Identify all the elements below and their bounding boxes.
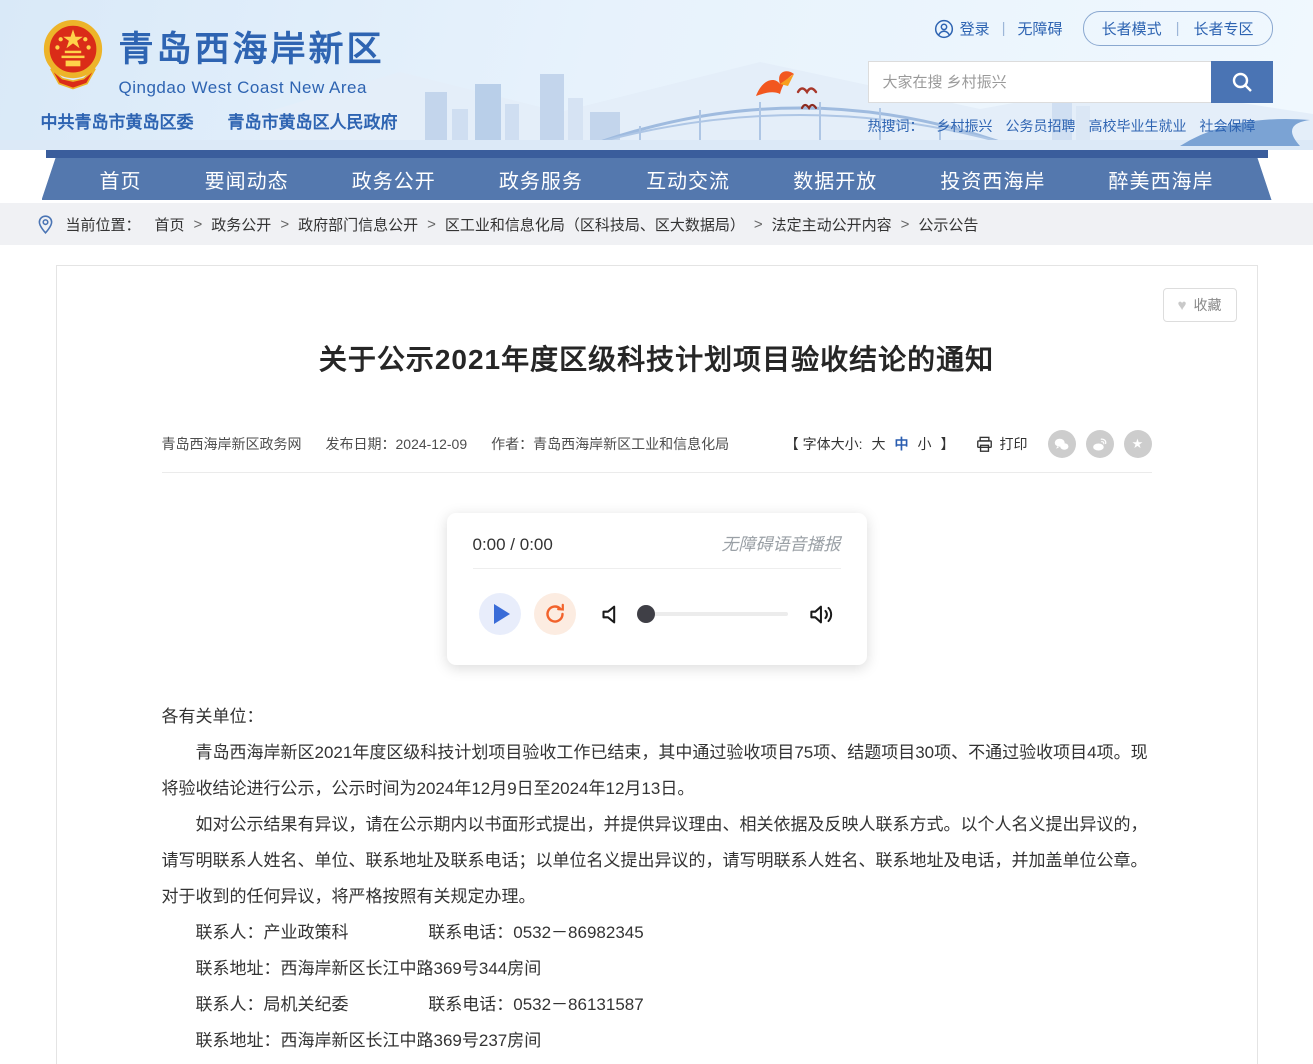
paragraph: 各有关单位： — [162, 699, 1152, 735]
hot-words: 乡村振兴公务员招聘高校毕业生就业社会保障 — [937, 116, 1256, 136]
divider — [473, 568, 841, 569]
audio-player: 0:00 / 0:00 无障碍语音播报 — [447, 513, 867, 665]
volume-slider[interactable] — [646, 612, 788, 616]
main-navigation: 首页 要闻动态 政务公开 政务服务 互动交流 — [42, 150, 1272, 200]
user-icon — [934, 19, 954, 39]
wechat-share-icon[interactable] — [1048, 430, 1076, 458]
breadcrumb-item: 法定主动公开内容 > — [772, 214, 919, 235]
weibo-share-icon[interactable] — [1086, 430, 1114, 458]
article-author: 作者：青岛西海岸新区工业和信息化局 — [491, 434, 729, 454]
hot-word-link[interactable]: 乡村振兴 — [937, 116, 993, 136]
hot-search-label: 热搜词： — [868, 116, 924, 136]
breadcrumb-item: 公示公告 > — [918, 214, 978, 235]
font-size-large[interactable]: 大 — [872, 434, 886, 454]
breadcrumb-item: 政府部门信息公开 > — [298, 214, 445, 235]
hot-word-link[interactable]: 社会保障 — [1200, 116, 1256, 136]
article-source: 青岛西海岸新区政务网 — [162, 434, 302, 454]
elder-mode-button[interactable]: 长者模式 — [1102, 18, 1162, 39]
collect-button[interactable]: ♥ 收藏 — [1163, 288, 1237, 322]
breadcrumb-bar: 当前位置： 首页 > 政务公开 > 政府部门信息公开 > — [0, 203, 1313, 245]
hot-word-link[interactable]: 公务员招聘 — [1006, 116, 1076, 136]
divider: | — [1176, 20, 1180, 37]
breadcrumb: 首页 > 政务公开 > 政府部门信息公开 > 区工业和信息化局（区科技局、区大数… — [155, 214, 979, 235]
location-pin-icon — [35, 214, 56, 235]
breadcrumb-item: 政务公开 > — [211, 214, 298, 235]
paragraph: 青岛西海岸新区2021年度区级科技计划项目验收工作已结束，其中通过验收项目75项… — [162, 735, 1152, 807]
elder-zone-button[interactable]: 长者专区 — [1193, 18, 1253, 39]
replay-button[interactable] — [534, 593, 576, 635]
contact-row: 联系地址：西海岸新区长江中路369号344房间 — [196, 951, 1152, 987]
site-name: 青岛西海岸新区 — [119, 21, 385, 72]
publish-date: 发布日期：2024-12-09 — [326, 434, 468, 454]
mute-button[interactable] — [599, 601, 626, 628]
search-input[interactable] — [868, 61, 1211, 103]
search-icon — [1230, 70, 1254, 94]
nav-item[interactable]: 投资西海岸 — [940, 165, 1045, 194]
org-government: 青岛市黄岛区人民政府 — [228, 108, 398, 133]
contact-row: 联系地址：西海岸新区长江中路369号237房间 — [196, 1023, 1152, 1059]
volume-thumb[interactable] — [637, 605, 655, 623]
font-size-small[interactable]: 小 — [918, 434, 932, 454]
heart-icon: ♥ — [1178, 297, 1187, 314]
replay-icon — [543, 602, 567, 626]
speaker-volume-icon — [808, 601, 835, 628]
contact-row: 联系人：局机关纪委 联系电话：0532－86131587 — [196, 987, 1152, 1023]
nav-item[interactable]: 醉美西海岸 — [1108, 165, 1213, 194]
site-logo: 青岛西海岸新区 Qingdao West Coast New Area 中共青岛… — [41, 13, 398, 133]
divider: | — [1002, 20, 1006, 37]
volume-button[interactable] — [808, 601, 835, 628]
article-body: 各有关单位：青岛西海岸新区2021年度区级科技计划项目验收工作已结束，其中通过验… — [162, 699, 1152, 1064]
accessibility-link[interactable]: 无障碍 — [1018, 18, 1063, 39]
search-button[interactable] — [1211, 61, 1273, 103]
nav-item[interactable]: 要闻动态 — [205, 165, 289, 194]
printer-icon — [975, 435, 994, 454]
article-card: ♥ 收藏 关于公示2021年度区级科技计划项目验收结论的通知 青岛西海岸新区政务… — [56, 265, 1258, 1064]
nav-item[interactable]: 政务公开 — [352, 165, 436, 194]
play-icon — [494, 604, 510, 624]
breadcrumb-item: 首页 > — [155, 214, 212, 235]
site-header: 青岛西海岸新区 Qingdao West Coast New Area 中共青岛… — [0, 0, 1313, 150]
nav-item[interactable]: 互动交流 — [646, 165, 730, 194]
nav-item[interactable]: 数据开放 — [793, 165, 877, 194]
hot-word-link[interactable]: 高校毕业生就业 — [1089, 116, 1187, 136]
article-title: 关于公示2021年度区级科技计划项目验收结论的通知 — [162, 338, 1152, 378]
paragraph: 如对公示结果有异议，请在公示期内以书面形式提出，并提供异议理由、相关依据及反映人… — [162, 807, 1152, 915]
star-share-icon[interactable]: ★ — [1124, 430, 1152, 458]
site-name-en: Qingdao West Coast New Area — [119, 78, 385, 98]
nav-top-strip — [46, 150, 1268, 158]
national-emblem-icon — [41, 15, 105, 93]
play-button[interactable] — [479, 593, 521, 635]
nav-item[interactable]: 政务服务 — [499, 165, 583, 194]
font-size-control: 【 字体大小: 大 中 小 】 — [785, 434, 955, 454]
org-party-committee: 中共青岛市黄岛区委 — [41, 108, 194, 133]
nav-item[interactable]: 首页 — [100, 165, 142, 194]
print-button[interactable]: 打印 — [975, 434, 1028, 454]
login-link[interactable]: 登录 — [934, 18, 990, 39]
contact-row: 联系人：产业政策科 联系电话：0532－86982345 — [196, 915, 1152, 951]
speaker-mute-icon — [599, 601, 626, 628]
player-time: 0:00 / 0:00 — [473, 535, 553, 555]
player-caption: 无障碍语音播报 — [722, 530, 841, 555]
share-icons: ★ — [1048, 430, 1152, 458]
elder-mode-pill: 长者模式 | 长者专区 — [1083, 11, 1273, 46]
breadcrumb-item: 区工业和信息化局（区科技局、区大数据局） > — [445, 214, 772, 235]
article-meta: 青岛西海岸新区政务网 发布日期：2024-12-09 作者：青岛西海岸新区工业和… — [162, 430, 1152, 473]
breadcrumb-label: 当前位置： — [66, 214, 141, 235]
font-size-medium[interactable]: 中 — [895, 434, 909, 454]
